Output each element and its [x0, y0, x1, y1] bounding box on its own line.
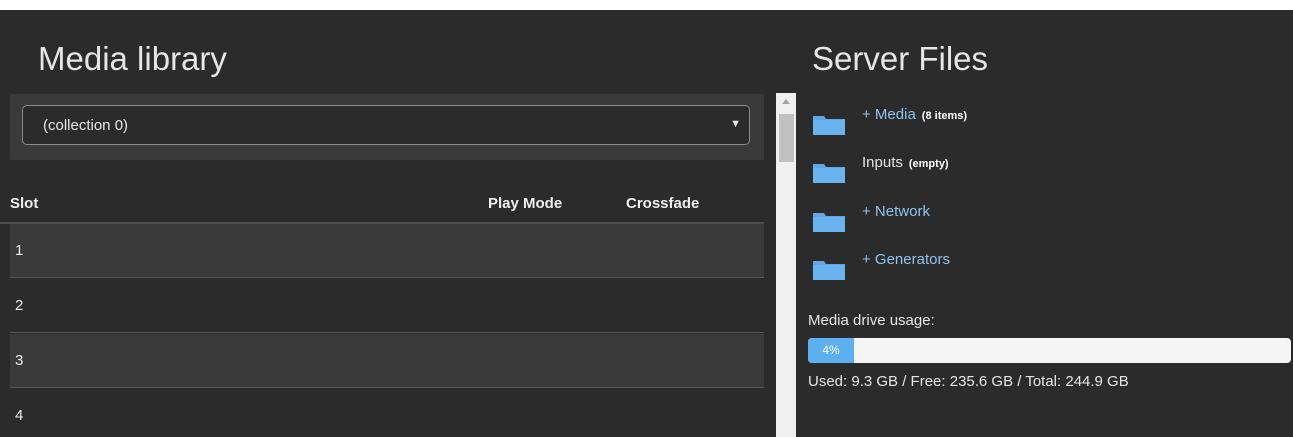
folder-count: (8 items)	[921, 110, 968, 122]
app-window: Media library (collection 0) ▼ Slot Play…	[0, 10, 1293, 437]
folder-label-generators[interactable]: + Generators	[862, 251, 950, 268]
media-table-header: Slot Play Mode Crossfade	[0, 194, 764, 224]
scroll-up-arrow-icon[interactable]	[782, 99, 790, 104]
folder-label-media[interactable]: + Media (8 items)	[862, 106, 967, 123]
row-slot-number: 2	[15, 297, 24, 314]
folder-label-inputs: Inputs (empty)	[862, 154, 949, 171]
dropdown-caret-icon: ▼	[730, 118, 741, 130]
table-row[interactable]: 3	[10, 334, 764, 388]
collection-select-well: (collection 0) ▼	[10, 94, 764, 160]
row-slot-number: 1	[15, 242, 24, 259]
folder-icon	[813, 261, 845, 280]
row-slot-number: 3	[15, 352, 24, 369]
row-slot-number: 4	[15, 407, 24, 424]
folder-item-media[interactable]: + Media (8 items)	[812, 106, 1272, 146]
table-row[interactable]: 1	[10, 224, 764, 278]
collection-select[interactable]: (collection 0) ▼	[22, 105, 750, 145]
server-files-title: Server Files	[812, 40, 989, 77]
folder-icon	[813, 116, 845, 135]
drive-usage-detail: Used: 9.3 GB / Free: 235.6 GB / Total: 2…	[808, 373, 1129, 390]
folder-icon	[813, 164, 845, 183]
vertical-scrollbar[interactable]	[776, 93, 796, 437]
table-row[interactable]: 4	[10, 389, 764, 437]
drive-usage-label: Media drive usage:	[808, 312, 935, 329]
drive-usage-progress-fill: 4%	[808, 338, 854, 363]
collection-select-value: (collection 0)	[43, 117, 129, 134]
column-header-slot[interactable]: Slot	[10, 195, 38, 212]
folder-label-network[interactable]: + Network	[862, 203, 930, 220]
folder-icon	[813, 213, 845, 232]
media-library-panel: Media library (collection 0) ▼ Slot Play…	[0, 10, 776, 437]
column-header-play-mode[interactable]: Play Mode	[488, 195, 562, 212]
folder-item-generators[interactable]: + Generators	[812, 251, 1272, 291]
folder-count: (empty)	[908, 158, 949, 170]
column-header-crossfade[interactable]: Crossfade	[626, 195, 699, 212]
media-library-title: Media library	[38, 40, 227, 77]
folder-item-network[interactable]: + Network	[812, 203, 1272, 243]
drive-usage-progress-bar: 4%	[808, 338, 1291, 363]
scrollbar-thumb[interactable]	[779, 114, 794, 162]
server-files-panel: Server Files + Media (8 items) Inputs (emp…	[796, 10, 1293, 437]
table-row[interactable]: 2	[10, 279, 764, 333]
folder-item-inputs[interactable]: Inputs (empty)	[812, 154, 1272, 194]
